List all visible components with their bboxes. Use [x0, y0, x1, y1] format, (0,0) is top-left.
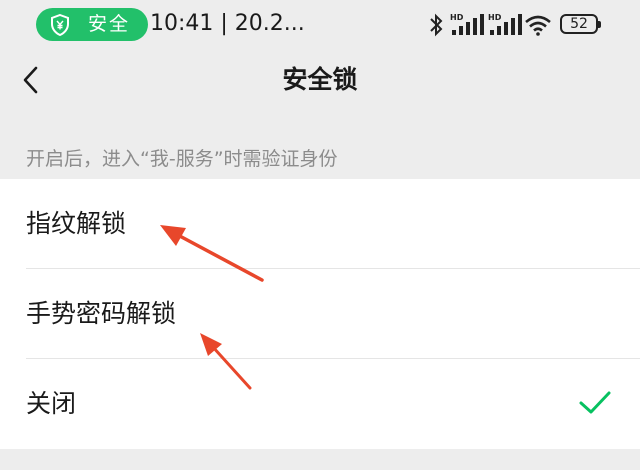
svg-text:HD: HD: [450, 13, 464, 22]
option-label: 关闭: [26, 389, 77, 418]
lock-options-list: 指纹解锁 手势密码解锁 关闭: [0, 179, 640, 449]
option-fingerprint-unlock[interactable]: 指纹解锁: [0, 179, 640, 269]
page-title: 安全锁: [282, 65, 358, 94]
svg-text:HD: HD: [488, 13, 502, 22]
status-time: 10:41 | 20.2...: [150, 11, 305, 36]
security-label: 安全: [88, 13, 131, 35]
battery-icon: 52: [560, 14, 601, 34]
option-label: 指纹解锁: [26, 209, 127, 238]
wifi-icon: [525, 15, 551, 36]
option-off[interactable]: 关闭: [0, 359, 640, 449]
nav-bar: 安全锁: [0, 50, 640, 110]
security-badge[interactable]: 安全: [36, 8, 148, 41]
hd-signal-icon: HD: [488, 13, 522, 35]
option-gesture-password-unlock[interactable]: 手势密码解锁: [0, 269, 640, 359]
hd-signal-icon: HD: [450, 13, 484, 35]
section-description: 开启后，进入“我-服务”时需验证身份: [26, 148, 338, 170]
status-bar: 安全 10:41 | 20.2... HD HD 52: [0, 0, 640, 50]
battery-level: 52: [570, 16, 588, 32]
shield-yen-icon: [51, 14, 69, 36]
checkmark-icon: [579, 391, 611, 414]
option-label: 手势密码解锁: [26, 299, 177, 328]
bluetooth-icon: [430, 13, 443, 37]
